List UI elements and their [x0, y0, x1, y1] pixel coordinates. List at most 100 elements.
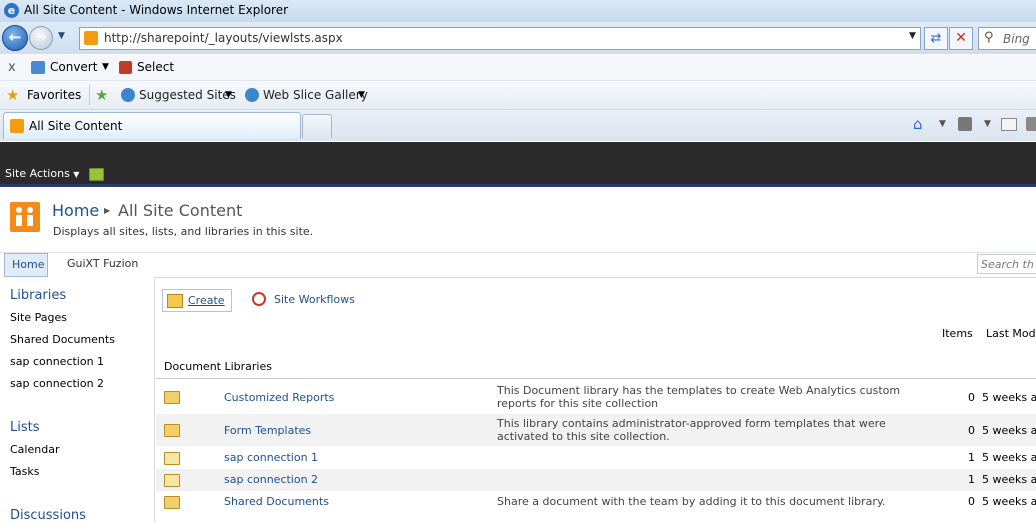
- quick-launch-calendar[interactable]: Calendar: [10, 443, 59, 456]
- quick-launch-libraries-heading[interactable]: Libraries: [10, 288, 66, 303]
- window-title: All Site Content - Windows Internet Expl…: [24, 3, 289, 17]
- create-button[interactable]: Create: [162, 289, 232, 312]
- print-icon[interactable]: [1026, 117, 1036, 131]
- library-last-modified: 5 weeks a: [982, 495, 1036, 508]
- quick-launch: Libraries Site Pages Shared Documents sa…: [0, 277, 155, 523]
- site-search-placeholder: Search th: [981, 258, 1034, 271]
- favorites-button[interactable]: Favorites: [27, 88, 81, 102]
- library-item-count: 0: [968, 495, 975, 508]
- library-item-count: 0: [968, 424, 975, 437]
- document-library-icon: [164, 391, 180, 404]
- convert-icon: [31, 61, 45, 74]
- section-divider: [156, 378, 1036, 379]
- select-icon: [119, 61, 132, 74]
- quick-launch-site-pages[interactable]: Site Pages: [10, 311, 67, 324]
- table-row[interactable]: sap connection 1 1 5 weeks a: [156, 447, 1036, 469]
- close-toolbar-icon[interactable]: x: [8, 60, 16, 75]
- top-nav-home-label: Home: [12, 258, 45, 271]
- library-last-modified: 5 weeks a: [982, 473, 1036, 486]
- column-header-last-modified[interactable]: Last Mod: [986, 327, 1036, 340]
- document-library-icon: [164, 496, 180, 509]
- connection-library-icon: [164, 474, 180, 487]
- stop-icon[interactable]: ✕: [949, 27, 973, 50]
- convert-button[interactable]: Convert: [50, 60, 97, 74]
- new-tab-button[interactable]: [302, 114, 332, 138]
- search-icon: ⚲: [984, 30, 994, 45]
- workflow-icon: [252, 292, 266, 306]
- top-nav-guixt-fuzion[interactable]: GuiXT Fuzion: [67, 257, 138, 270]
- forward-arrow-icon[interactable]: →: [29, 26, 53, 50]
- library-last-modified: 5 weeks a: [982, 424, 1036, 437]
- page-title: All Site Content: [118, 201, 243, 220]
- tab-label: All Site Content: [29, 119, 123, 133]
- favorites-bar: ★ Favorites ★ Suggested Sites ▼ Web Slic…: [0, 81, 1036, 110]
- web-slice-gallery-button[interactable]: Web Slice Gallery: [263, 88, 368, 102]
- back-arrow-icon[interactable]: ←: [2, 25, 28, 51]
- address-bar[interactable]: http://sharepoint/_layouts/viewlsts.aspx: [79, 27, 921, 50]
- tab-favicon-icon: [10, 119, 24, 133]
- favorites-star-icon: ★: [6, 86, 20, 104]
- suggested-sites-button[interactable]: Suggested Sites: [139, 88, 236, 102]
- table-row[interactable]: Customized Reports This Document library…: [156, 381, 1036, 413]
- library-last-modified: 5 weeks a: [982, 451, 1036, 464]
- breadcrumb-separator-icon: ▶: [104, 206, 111, 215]
- quick-launch-discussions-heading[interactable]: Discussions: [10, 508, 86, 523]
- convert-toolbar: x Convert ▼ Select: [0, 55, 1036, 81]
- table-row[interactable]: Form Templates This library contains adm…: [156, 414, 1036, 446]
- library-item-count: 1: [968, 473, 975, 486]
- quick-launch-lists-heading[interactable]: Lists: [10, 420, 40, 435]
- quick-launch-sap-connection-2[interactable]: sap connection 2: [10, 377, 104, 390]
- section-title-document-libraries: Document Libraries: [164, 360, 272, 373]
- select-button[interactable]: Select: [137, 60, 174, 74]
- quick-launch-sap-connection-1[interactable]: sap connection 1: [10, 355, 104, 368]
- add-to-favorites-icon[interactable]: ★: [95, 86, 108, 104]
- library-name-link[interactable]: Form Templates: [224, 424, 311, 437]
- site-actions-menu[interactable]: Site Actions ▼: [5, 167, 79, 180]
- breadcrumb-home-link[interactable]: Home: [52, 201, 99, 220]
- create-label: Create: [188, 294, 225, 307]
- sharepoint-ribbon-bar: [0, 142, 1036, 184]
- web-slice-dropdown-icon[interactable]: ▼: [358, 90, 365, 100]
- table-row[interactable]: Shared Documents Share a document with t…: [156, 491, 1036, 513]
- home-dropdown-icon[interactable]: ▼: [939, 119, 946, 129]
- read-mail-icon[interactable]: [1001, 118, 1017, 131]
- column-header-items[interactable]: Items: [942, 327, 973, 340]
- create-icon: [167, 294, 183, 308]
- feeds-icon[interactable]: [958, 117, 972, 131]
- suggested-sites-dropdown-icon[interactable]: ▼: [225, 90, 232, 100]
- site-actions-label: Site Actions: [5, 167, 70, 180]
- sharepoint-favicon-icon: [84, 31, 98, 45]
- library-name-link[interactable]: Customized Reports: [224, 391, 334, 404]
- library-item-count: 1: [968, 451, 975, 464]
- recent-pages-dropdown-icon[interactable]: ▼: [58, 31, 65, 41]
- table-row[interactable]: sap connection 2 1 5 weeks a: [156, 469, 1036, 491]
- refresh-icon[interactable]: ⇄: [924, 27, 948, 50]
- library-name-link[interactable]: Shared Documents: [224, 495, 329, 508]
- address-dropdown-icon[interactable]: ▼: [909, 31, 916, 41]
- library-description: Share a document with the team by adding…: [497, 495, 886, 508]
- document-library-icon: [164, 424, 180, 437]
- window-title-bar: e All Site Content - Windows Internet Ex…: [0, 0, 1036, 22]
- tab-all-site-content[interactable]: All Site Content: [3, 112, 301, 139]
- ribbon-divider: [0, 184, 1036, 187]
- home-icon[interactable]: ⌂: [913, 115, 923, 133]
- address-url[interactable]: http://sharepoint/_layouts/viewlsts.aspx: [104, 31, 343, 45]
- site-actions-dropdown-icon: ▼: [73, 170, 80, 179]
- quick-launch-tasks[interactable]: Tasks: [10, 465, 39, 478]
- site-workflows-label: Site Workflows: [274, 293, 355, 306]
- library-description: This library contains administrator-appr…: [497, 417, 886, 443]
- convert-dropdown-icon[interactable]: ▼: [102, 62, 109, 72]
- edit-page-icon[interactable]: [89, 168, 104, 181]
- site-logo-icon[interactable]: [10, 202, 40, 232]
- quick-launch-shared-documents[interactable]: Shared Documents: [10, 333, 115, 346]
- feeds-dropdown-icon[interactable]: ▼: [984, 119, 991, 129]
- library-name-link[interactable]: sap connection 2: [224, 473, 318, 486]
- site-search-input[interactable]: Search th: [977, 254, 1036, 274]
- suggested-sites-icon: [121, 88, 135, 102]
- top-navigation: [0, 252, 1036, 278]
- top-nav-home[interactable]: Home: [4, 253, 48, 277]
- internet-explorer-logo-icon: e: [4, 3, 19, 18]
- library-name-link[interactable]: sap connection 1: [224, 451, 318, 464]
- search-box[interactable]: ⚲ Bing: [978, 27, 1036, 50]
- connection-library-icon: [164, 452, 180, 465]
